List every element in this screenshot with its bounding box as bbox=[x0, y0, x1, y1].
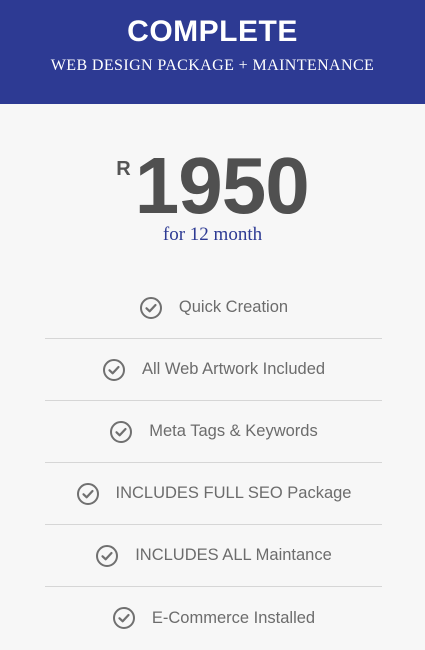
check-circle-icon bbox=[112, 606, 136, 630]
price-row: R 1950 bbox=[0, 146, 425, 226]
check-circle-icon bbox=[76, 482, 100, 506]
feature-item: All Web Artwork Included bbox=[45, 339, 382, 401]
plan-subtitle: WEB DESIGN PACKAGE + MAINTENANCE bbox=[50, 57, 375, 74]
price-period: for 12 month bbox=[162, 224, 263, 245]
currency-symbol: R bbox=[116, 158, 131, 180]
feature-item: Quick Creation bbox=[45, 277, 382, 339]
feature-label: All Web Artwork Included bbox=[141, 360, 326, 378]
check-circle-icon bbox=[109, 420, 133, 444]
price-amount: 1950 bbox=[134, 141, 310, 230]
check-circle-icon bbox=[95, 544, 119, 568]
pricing-header: COMPLETE WEB DESIGN PACKAGE + MAINTENANC… bbox=[0, 0, 425, 104]
check-circle-icon bbox=[139, 296, 163, 320]
feature-label: INCLUDES FULL SEO Package bbox=[115, 484, 352, 502]
feature-item: INCLUDES FULL SEO Package bbox=[45, 463, 382, 525]
price-block: R 1950 for 12 month bbox=[0, 104, 425, 274]
feature-label: E-Commerce Installed bbox=[151, 608, 316, 627]
feature-list: Quick Creation All Web Artwork Included … bbox=[45, 277, 382, 649]
feature-item: INCLUDES ALL Maintance bbox=[45, 525, 382, 587]
plan-title: COMPLETE bbox=[127, 15, 298, 48]
pricing-card: COMPLETE WEB DESIGN PACKAGE + MAINTENANC… bbox=[0, 0, 425, 650]
check-circle-icon bbox=[102, 358, 126, 382]
feature-label: Meta Tags & Keywords bbox=[149, 422, 318, 440]
feature-item: Meta Tags & Keywords bbox=[45, 401, 382, 463]
feature-item: E-Commerce Installed bbox=[45, 587, 382, 649]
feature-label: INCLUDES ALL Maintance bbox=[135, 546, 332, 564]
feature-label: Quick Creation bbox=[178, 298, 289, 316]
